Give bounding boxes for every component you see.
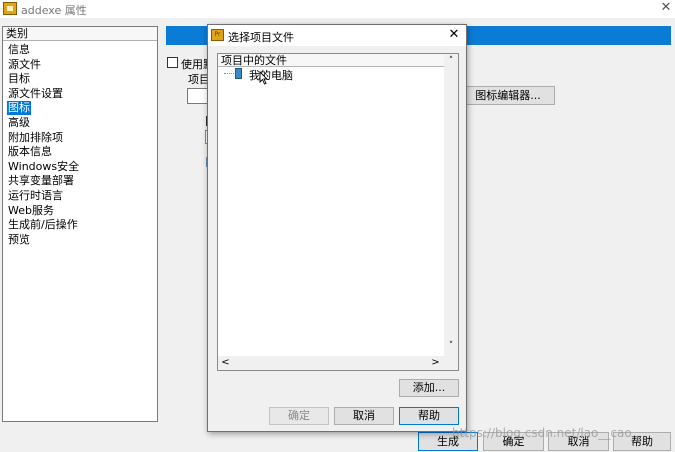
app-icon [3, 2, 17, 15]
window-title: addexe 属性 [21, 4, 87, 17]
select-project-file-dialog: Pr 选择项目文件 ✕ 项目中的文件 我的电脑 ˄ ˅ < > 添加... 确定… [207, 24, 467, 432]
category-item[interactable]: 共享变量部署 [7, 174, 75, 188]
category-list-header: 类别 [3, 27, 157, 41]
scroll-down-arrow-icon[interactable]: ˅ [444, 340, 458, 353]
icon-editor-button[interactable]: 图标编辑器... [461, 86, 555, 105]
dialog-titlebar: Pr 选择项目文件 ✕ [208, 25, 466, 46]
category-item[interactable]: 附加排除项 [7, 131, 64, 145]
horizontal-scrollbar[interactable]: < > [218, 356, 444, 370]
category-item[interactable]: 源文件 [7, 58, 42, 72]
dialog-close-button[interactable]: ✕ [446, 27, 462, 43]
dialog-help-button[interactable]: 帮助 [399, 407, 459, 425]
scrollbar-corner [444, 356, 458, 370]
category-item[interactable]: 版本信息 [7, 145, 53, 159]
dialog-title: 选择项目文件 [228, 31, 294, 44]
window-close-button[interactable]: ✕ [658, 0, 674, 16]
window-titlebar: addexe 属性 ✕ [0, 0, 675, 18]
category-item[interactable]: Web服务 [7, 204, 55, 218]
category-item[interactable]: Windows安全 [7, 160, 80, 174]
category-item[interactable]: 预览 [7, 233, 31, 247]
category-item[interactable]: 信息 [7, 43, 31, 57]
category-item[interactable]: 生成前/后操作 [7, 218, 79, 232]
category-item[interactable]: 源文件设置 [7, 87, 64, 101]
scroll-up-arrow-icon[interactable]: ˄ [444, 55, 458, 68]
scroll-right-arrow-icon[interactable]: > [429, 356, 442, 370]
category-item[interactable]: 运行时语言 [7, 189, 64, 203]
dialog-cancel-button[interactable]: 取消 [334, 407, 394, 425]
tree-header: 项目中的文件 [218, 54, 444, 67]
project-file-tree[interactable]: 项目中的文件 我的电脑 ˄ ˅ < > [217, 53, 459, 371]
use-default-checkbox[interactable] [167, 57, 178, 68]
dialog-app-icon: Pr [211, 29, 224, 41]
category-item[interactable]: 高级 [7, 116, 31, 130]
watermark-text: https://blog.csdn.net/lao__cao [452, 426, 632, 440]
tree-connector [224, 73, 234, 74]
add-button[interactable]: 添加... [399, 379, 459, 397]
icon-path-field[interactable] [187, 88, 209, 104]
category-item[interactable]: 目标 [7, 72, 31, 86]
category-list[interactable]: 类别 信息 源文件 目标 源文件设置 图标 高级 附加排除项 版本信息 Windows安全 共享变… [2, 26, 158, 422]
dialog-ok-button[interactable]: 确定 [269, 407, 329, 425]
category-item[interactable]: 图标 [7, 101, 31, 116]
mouse-cursor-icon [259, 71, 268, 85]
tree-item-my-computer[interactable]: 我的电脑 [249, 67, 293, 83]
vertical-scrollbar[interactable]: ˄ ˅ [444, 54, 458, 356]
scroll-left-arrow-icon[interactable]: < [219, 356, 232, 370]
computer-icon [235, 68, 242, 79]
